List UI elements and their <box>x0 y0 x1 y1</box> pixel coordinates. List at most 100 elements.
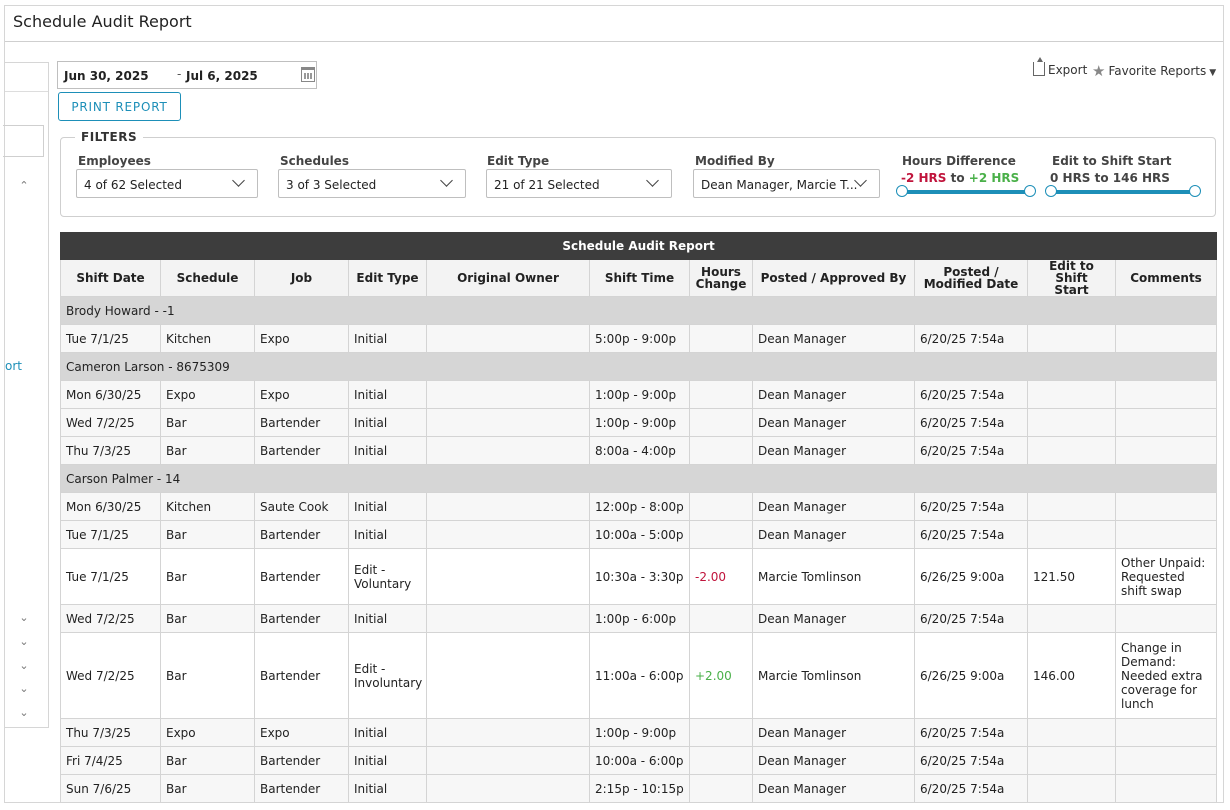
cell-shift-date: Thu 7/3/25 <box>60 718 161 747</box>
export-button[interactable]: Export <box>1033 57 1088 77</box>
export-label: Export <box>1048 63 1088 77</box>
hours-min: -2 HRS <box>901 171 947 185</box>
cell-original-owner <box>426 604 590 633</box>
col-schedule[interactable]: Schedule <box>160 259 255 297</box>
schedules-select[interactable]: 3 of 3 Selected <box>278 169 466 198</box>
date-separator: - <box>177 67 182 81</box>
col-shift-date[interactable]: Shift Date <box>60 259 161 297</box>
cell-original-owner <box>426 324 590 353</box>
cell-original-owner <box>426 548 590 605</box>
report-title: Schedule Audit Report <box>59 232 1218 260</box>
cell-comments <box>1114 774 1218 803</box>
cell-schedule: Expo <box>160 380 255 409</box>
cell-shift-time: 10:30a - 3:30p <box>589 548 690 605</box>
start-date-input[interactable]: Jun 30, 2025 <box>64 69 149 83</box>
cell-posted-by: Dean Manager <box>752 604 915 633</box>
schedules-label: Schedules <box>280 154 349 168</box>
chevron-down-icon[interactable]: ⌄ <box>17 706 31 720</box>
col-edit-start-line1: Edit to Shift <box>1049 259 1094 285</box>
cell-schedule: Bar <box>160 520 255 549</box>
cell-hours-change <box>689 520 753 549</box>
print-report-button[interactable]: PRINT REPORT <box>58 92 181 121</box>
cell-edit-type: Edit - Voluntary <box>348 548 427 605</box>
date-range-picker[interactable]: Jun 30, 2025 - Jul 6, 2025 <box>57 61 317 89</box>
cell-edit-to-start <box>1027 746 1116 775</box>
left-panel-link[interactable]: ort <box>5 359 22 373</box>
table-row: Tue 7/1/25 Bar Bartender Initial 10:00a … <box>60 520 1218 549</box>
cell-edit-to-start: 121.50 <box>1027 548 1116 605</box>
cell-hours-change: -2.00 <box>689 548 753 605</box>
cell-comments <box>1114 324 1218 353</box>
left-panel: ⌃ ort ⌄ ⌄ ⌄ ⌄ ⌄ <box>3 62 49 728</box>
cell-comments: Change in Demand: Needed extra coverage … <box>1114 632 1218 719</box>
chevron-down-icon[interactable]: ⌄ <box>17 659 31 673</box>
cell-original-owner <box>426 774 590 803</box>
title-bar: Schedule Audit Report <box>5 6 1223 42</box>
chevron-down-icon[interactable]: ⌄ <box>17 635 31 649</box>
slider-min-handle[interactable] <box>1045 185 1057 197</box>
cell-shift-time: 1:00p - 9:00p <box>589 380 690 409</box>
cell-posted-by: Dean Manager <box>752 408 915 437</box>
cell-shift-time: 1:00p - 9:00p <box>589 408 690 437</box>
cell-hours-change <box>689 408 753 437</box>
table-row: Fri 7/4/25 Bar Bartender Initial 10:00a … <box>60 746 1218 775</box>
edit-to-shift-start-slider[interactable] <box>1045 185 1201 197</box>
cell-edit-to-start <box>1027 492 1116 521</box>
cell-hours-change <box>689 380 753 409</box>
modified-by-select[interactable]: Dean Manager, Marcie T... <box>693 169 880 198</box>
cell-posted-by: Marcie Tomlinson <box>752 548 915 605</box>
slider-max-handle[interactable] <box>1189 185 1201 197</box>
col-hours-change[interactable]: Hours Change <box>689 259 753 297</box>
chevron-down-icon[interactable]: ⌄ <box>17 682 31 696</box>
cell-posted-date: 6/20/25 7:54a <box>914 408 1028 437</box>
cell-job: Bartender <box>254 436 349 465</box>
col-edit-to-shift-start[interactable]: Edit to Shift Start <box>1027 259 1116 297</box>
col-shift-time[interactable]: Shift Time <box>589 259 690 297</box>
hours-to: to <box>950 171 965 185</box>
favorite-reports-menu[interactable]: ★ Favorite Reports ▼ <box>1092 62 1216 80</box>
cell-schedule: Bar <box>160 746 255 775</box>
cell-schedule: Bar <box>160 436 255 465</box>
cell-job: Bartender <box>254 746 349 775</box>
employees-select[interactable]: 4 of 62 Selected <box>76 169 258 198</box>
employees-value: 4 of 62 Selected <box>84 178 182 192</box>
slider-min-handle[interactable] <box>896 185 908 197</box>
left-panel-search-input[interactable] <box>3 125 44 157</box>
col-edit-type[interactable]: Edit Type <box>348 259 427 297</box>
cell-edit-to-start <box>1027 520 1116 549</box>
filters-legend: FILTERS <box>75 130 144 144</box>
cell-edit-type: Initial <box>348 492 427 521</box>
cell-shift-date: Mon 6/30/25 <box>60 380 161 409</box>
table-row: Mon 6/30/25 Kitchen Saute Cook Initial 1… <box>60 492 1218 521</box>
cell-original-owner <box>426 632 590 719</box>
calendar-icon[interactable] <box>301 67 315 82</box>
cell-shift-time: 2:15p - 10:15p <box>589 774 690 803</box>
table-row: Mon 6/30/25 Expo Expo Initial 1:00p - 9:… <box>60 380 1218 409</box>
col-comments[interactable]: Comments <box>1114 259 1218 297</box>
edit-to-shift-start-label: Edit to Shift Start <box>1052 154 1172 168</box>
cell-job: Expo <box>254 718 349 747</box>
col-original-owner[interactable]: Original Owner <box>426 259 590 297</box>
cell-hours-change <box>689 436 753 465</box>
chevron-down-icon[interactable]: ⌄ <box>17 611 31 625</box>
slider-max-handle[interactable] <box>1024 185 1036 197</box>
cell-original-owner <box>426 746 590 775</box>
cell-shift-time: 5:00p - 9:00p <box>589 324 690 353</box>
cell-posted-by: Dean Manager <box>752 492 915 521</box>
hours-difference-slider[interactable] <box>896 185 1036 197</box>
table-row: Wed 7/2/25 Bar Bartender Initial 1:00p -… <box>60 408 1218 437</box>
col-job[interactable]: Job <box>254 259 349 297</box>
cell-shift-date: Wed 7/2/25 <box>60 408 161 437</box>
cell-posted-date: 6/20/25 7:54a <box>914 746 1028 775</box>
cell-edit-type: Initial <box>348 774 427 803</box>
end-date-input[interactable]: Jul 6, 2025 <box>186 69 258 83</box>
cell-edit-type: Initial <box>348 380 427 409</box>
chevron-up-icon[interactable]: ⌃ <box>17 179 31 193</box>
cell-posted-date: 6/26/25 9:00a <box>914 548 1028 605</box>
col-posted-date[interactable]: Posted / Modified Date <box>914 259 1028 297</box>
col-posted-by[interactable]: Posted / Approved By <box>752 259 915 297</box>
cell-comments <box>1114 436 1218 465</box>
cell-posted-by: Dean Manager <box>752 380 915 409</box>
edit-type-select[interactable]: 21 of 21 Selected <box>486 169 672 198</box>
cell-edit-to-start <box>1027 380 1116 409</box>
